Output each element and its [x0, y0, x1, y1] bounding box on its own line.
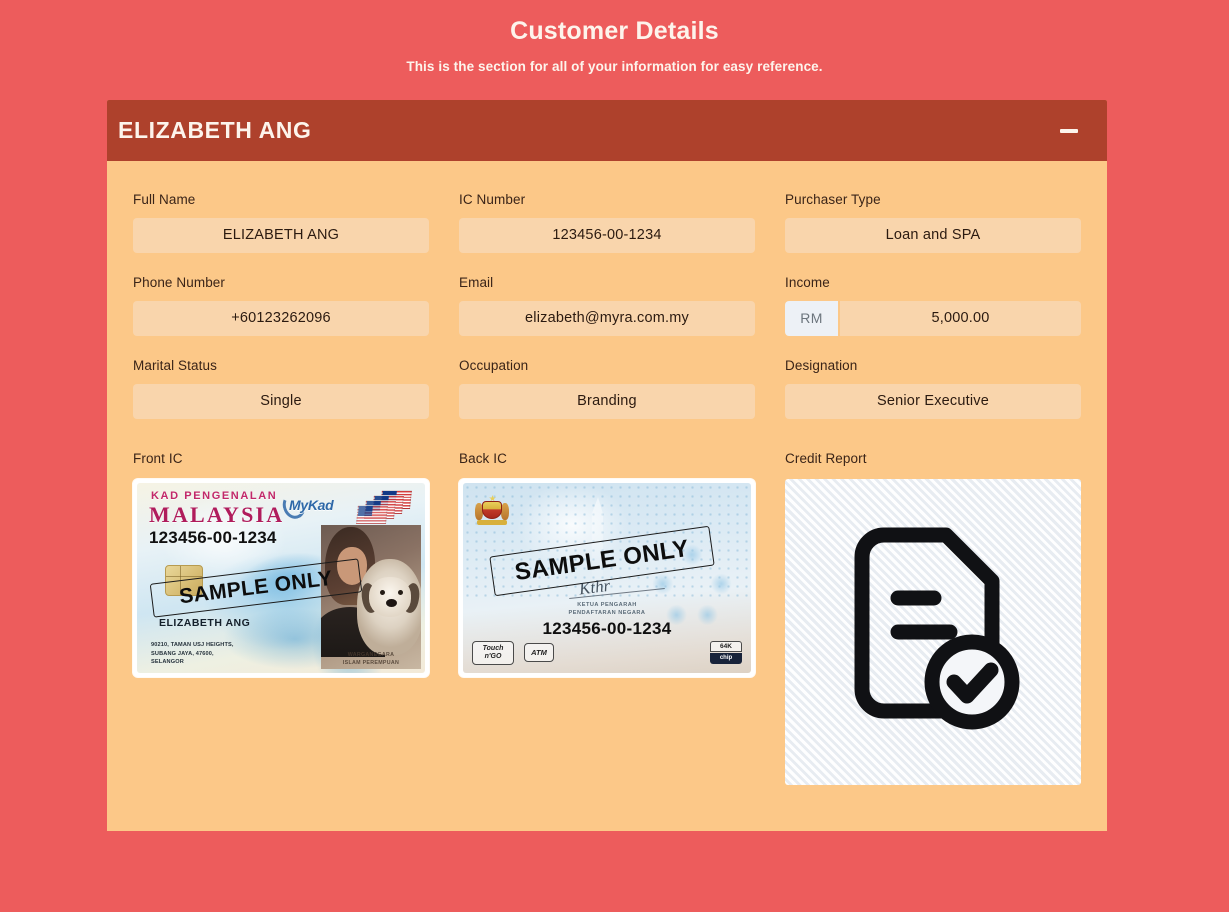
customer-details-card: ELIZABETH ANG Full Name ELIZABETH ANG IC…: [107, 100, 1107, 831]
field-label: Purchaser Type: [785, 192, 881, 207]
credit-report-thumbnail[interactable]: [785, 479, 1081, 785]
field-purchaser-type: Purchaser Type Loan and SPA: [785, 191, 1081, 253]
purchaser-type-input[interactable]: Loan and SPA: [785, 218, 1081, 253]
ic-front-address: 90210, TAMAN USJ HEIGHTS, SUBANG JAYA, 4…: [151, 641, 234, 667]
ic-holder-photo: WARGANEGARA ISLAM PEREMPUAN: [321, 525, 421, 669]
touch-n-go-line2: n'GO: [484, 653, 502, 660]
income-input[interactable]: 5,000.00: [840, 301, 1081, 336]
ic-address-line1: 90210, TAMAN USJ HEIGHTS,: [151, 642, 234, 648]
ic-number-input[interactable]: 123456-00-1234: [459, 218, 755, 253]
field-ic-number: IC Number 123456-00-1234: [459, 191, 755, 253]
field-label: IC Number: [459, 192, 526, 207]
page-header: Customer Details This is the section for…: [0, 0, 1229, 77]
form-row: Full Name ELIZABETH ANG IC Number 123456…: [133, 191, 1081, 253]
attachment-label: Credit Report: [785, 451, 867, 466]
front-ic-image: KAD PENGENALAN MALAYSIA MyKad 123456-00-…: [137, 483, 425, 673]
field-label: Email: [459, 275, 494, 290]
touch-n-go-line1: Touch: [482, 645, 504, 652]
card-header[interactable]: ELIZABETH ANG: [107, 100, 1107, 161]
card-body: Full Name ELIZABETH ANG IC Number 123456…: [107, 161, 1107, 831]
back-ic-image: SAMPLE ONLY Kthr KETUA PENGARAH PENDAFTA…: [463, 483, 751, 673]
field-label: Occupation: [459, 358, 529, 373]
chip-capacity-top: 64K: [710, 641, 742, 652]
authority-line1: KETUA PENGARAH: [577, 602, 637, 608]
attachments-row: Front IC KAD PENGENALAN MALAYSIA MyKad 1…: [133, 450, 1081, 785]
ic-back-authority: KETUA PENGARAH PENDAFTARAN NEGARA: [463, 601, 751, 617]
malaysia-flag-icon: [341, 489, 419, 524]
field-label: Phone Number: [133, 275, 226, 290]
attachment-label: Back IC: [459, 451, 507, 466]
attachment-label: Front IC: [133, 451, 183, 466]
field-control: 123456-00-1234: [459, 218, 755, 253]
field-label: Full Name: [133, 192, 196, 207]
phone-number-input[interactable]: +60123262096: [133, 301, 429, 336]
authority-line2: PENDAFTARAN NEGARA: [568, 610, 646, 616]
field-marital-status: Marital Status Single: [133, 357, 429, 419]
ic-photo-caption-line2: ISLAM PEREMPUAN: [342, 660, 400, 666]
ic-back-number: 123456-00-1234: [542, 619, 672, 638]
field-label: Income: [785, 275, 830, 290]
email-input[interactable]: elizabeth@myra.com.my: [459, 301, 755, 336]
touch-n-go-logo: Touch n'GO: [472, 641, 514, 665]
ic-photo-caption-line1: WARGANEGARA: [347, 652, 395, 658]
minus-icon: [1060, 128, 1078, 133]
field-control: ELIZABETH ANG: [133, 218, 429, 253]
field-control: elizabeth@myra.com.my: [459, 301, 755, 336]
ic-address-line3: SELANGOR: [151, 659, 184, 665]
document-check-icon: [854, 527, 1020, 729]
field-designation: Designation Senior Executive: [785, 357, 1081, 419]
page-title: Customer Details: [510, 17, 719, 45]
occupation-input[interactable]: Branding: [459, 384, 755, 419]
field-control: Branding: [459, 384, 755, 419]
field-label: Marital Status: [133, 358, 217, 373]
field-control: RM 5,000.00: [785, 301, 1081, 336]
marital-status-input[interactable]: Single: [133, 384, 429, 419]
mykad-brand: MyKad: [289, 497, 334, 513]
malaysia-coat-of-arms-icon: [475, 495, 509, 525]
ic-front-header-line2: MALAYSIA: [149, 502, 285, 527]
field-control: Single: [133, 384, 429, 419]
field-full-name: Full Name ELIZABETH ANG: [133, 191, 429, 253]
form-row: Phone Number +60123262096 Email elizabet…: [133, 274, 1081, 336]
front-ic-thumbnail[interactable]: KAD PENGENALAN MALAYSIA MyKad 123456-00-…: [133, 479, 429, 677]
field-label: Designation: [785, 358, 858, 373]
back-ic-thumbnail[interactable]: SAMPLE ONLY Kthr KETUA PENGARAH PENDAFTA…: [459, 479, 755, 677]
collapse-card-button[interactable]: [1057, 119, 1081, 143]
field-income: Income RM 5,000.00: [785, 274, 1081, 336]
atm-logo: ATM: [524, 643, 554, 662]
ic-front-number: 123456-00-1234: [149, 528, 277, 547]
field-control: Senior Executive: [785, 384, 1081, 419]
ic-back-badges: Touch n'GO ATM 64K chip: [472, 641, 742, 665]
ic-front-holder-name: ELIZABETH ANG: [159, 617, 251, 629]
attachment-credit-report: Credit Report: [785, 450, 1081, 785]
income-currency-prefix: RM: [785, 301, 838, 336]
field-phone-number: Phone Number +60123262096: [133, 274, 429, 336]
page-subtitle: This is the section for all of your info…: [406, 59, 823, 74]
full-name-input[interactable]: ELIZABETH ANG: [133, 218, 429, 253]
field-email: Email elizabeth@myra.com.my: [459, 274, 755, 336]
attachment-front-ic: Front IC KAD PENGENALAN MALAYSIA MyKad 1…: [133, 450, 429, 785]
field-control: Loan and SPA: [785, 218, 1081, 253]
chip-capacity-badge: 64K chip: [710, 641, 742, 664]
designation-input[interactable]: Senior Executive: [785, 384, 1081, 419]
field-control: +60123262096: [133, 301, 429, 336]
ic-front-header-line1: KAD PENGENALAN: [151, 490, 278, 502]
chip-capacity-bottom: chip: [710, 653, 742, 664]
card-header-title: ELIZABETH ANG: [118, 117, 312, 143]
form-row: Marital Status Single Occupation Brandin…: [133, 357, 1081, 419]
ic-address-line2: SUBANG JAYA, 47600,: [151, 650, 214, 657]
attachment-back-ic: Back IC SAMPLE ONLY Kthr KETUA PENGARAH …: [459, 450, 755, 785]
field-occupation: Occupation Branding: [459, 357, 755, 419]
